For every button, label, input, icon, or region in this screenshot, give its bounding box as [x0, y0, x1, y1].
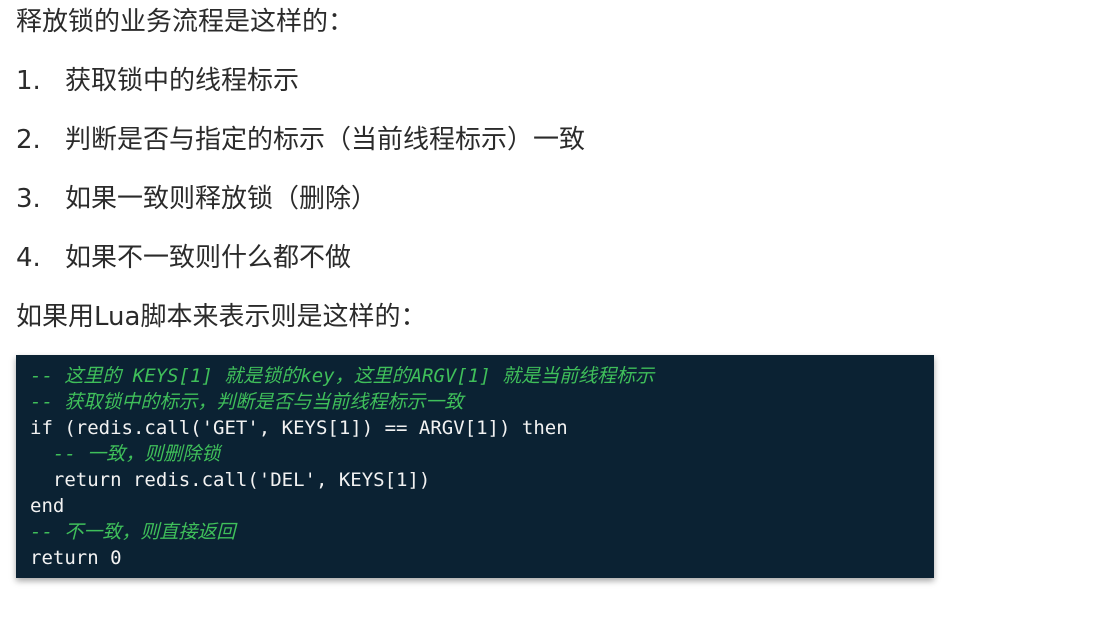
- step-item: 1. 获取锁中的线程标示: [16, 61, 585, 120]
- intro-text: 释放锁的业务流程是这样的：: [16, 7, 355, 37]
- code-line-comment: -- 一致，则删除锁: [30, 443, 221, 465]
- step-text: 如果不一致则什么都不做: [65, 243, 352, 273]
- step-text: 判断是否与指定的标示（当前线程标示）一致: [65, 125, 586, 155]
- step-number: 4.: [16, 243, 41, 273]
- step-number: 3.: [16, 184, 41, 214]
- code-line: end: [30, 495, 65, 517]
- code-line-comment: -- 不一致，则直接返回: [30, 521, 236, 543]
- step-text: 获取锁中的线程标示: [65, 66, 300, 96]
- step-item: 2. 判断是否与指定的标示（当前线程标示）一致: [16, 120, 585, 179]
- step-number: 2.: [16, 125, 41, 155]
- code-line: if (redis.call('GET', KEYS[1]) == ARGV[1…: [30, 417, 568, 439]
- steps-list: 1. 获取锁中的线程标示 2. 判断是否与指定的标示（当前线程标示）一致 3. 如果一…: [16, 61, 585, 297]
- code-line-comment: -- 这里的 KEYS[1] 就是锁的key，这里的ARGV[1] 就是当前线程…: [30, 365, 655, 387]
- step-text: 如果一致则释放锁（删除）: [65, 184, 378, 214]
- code-line-comment: -- 获取锁中的标示，判断是否与当前线程标示一致: [30, 391, 464, 413]
- step-item: 3. 如果一致则释放锁（删除）: [16, 179, 585, 238]
- code-line: return 0: [30, 547, 122, 569]
- lua-intro-text: 如果用Lua脚本来表示则是这样的：: [16, 302, 427, 332]
- code-block: -- 这里的 KEYS[1] 就是锁的key，这里的ARGV[1] 就是当前线程…: [16, 355, 934, 578]
- step-item: 4. 如果不一致则什么都不做: [16, 238, 585, 297]
- step-number: 1.: [16, 66, 41, 96]
- code-line: return redis.call('DEL', KEYS[1]): [30, 469, 431, 491]
